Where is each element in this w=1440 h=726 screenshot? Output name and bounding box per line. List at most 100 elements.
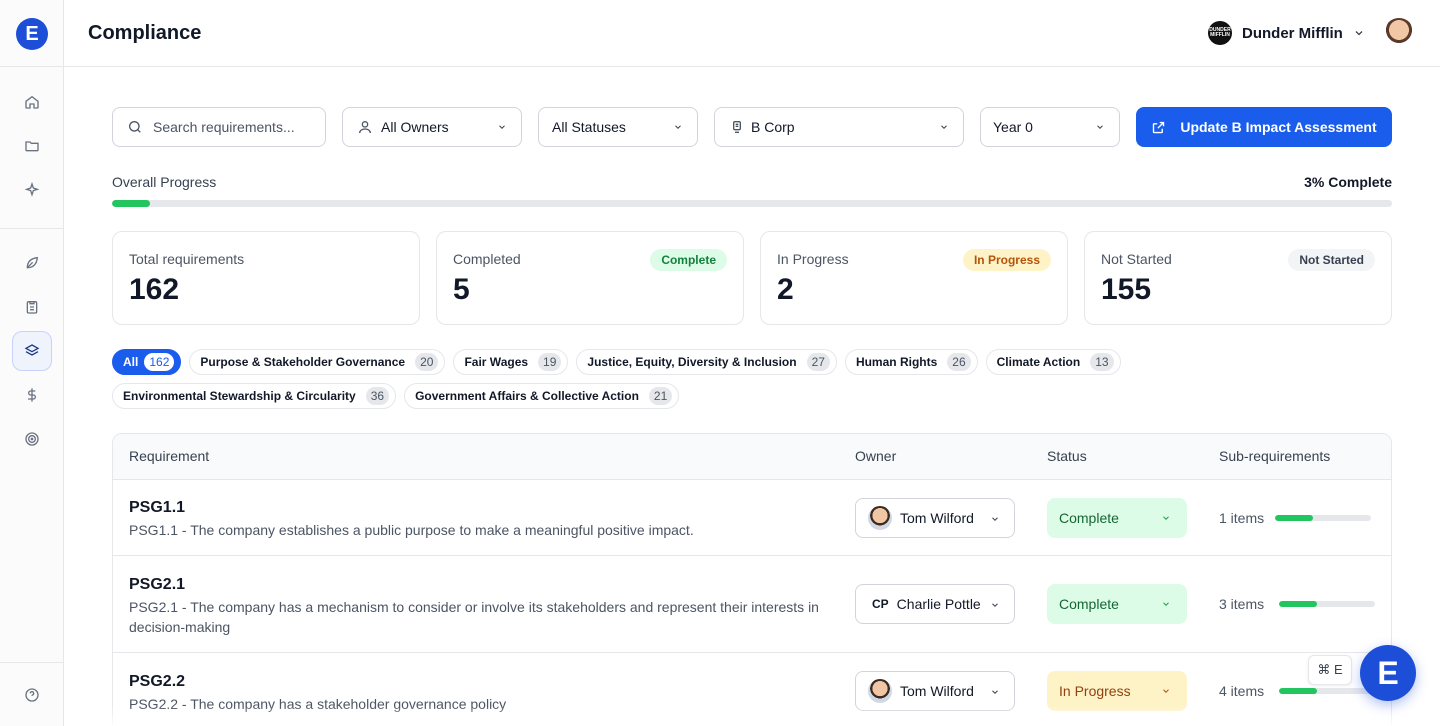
chevron-down-icon xyxy=(992,517,998,521)
owner-filter-value: All Owners xyxy=(381,119,449,135)
overall-progress-fill xyxy=(112,200,151,207)
column-header[interactable]: Requirement xyxy=(129,448,209,464)
chip-count: 27 xyxy=(806,353,830,371)
year-filter[interactable]: Year 0 xyxy=(980,107,1120,147)
category-chip-fair-wages[interactable]: Fair Wages 19 xyxy=(453,349,569,375)
status-select[interactable]: Complete xyxy=(1047,498,1187,538)
folder-icon xyxy=(25,141,39,152)
chip-label: Human Rights xyxy=(855,355,938,369)
keyboard-shortcut-hint[interactable]: ⌘ E xyxy=(1308,655,1352,685)
chip-label: Justice, Equity, Diversity & Inclusion xyxy=(587,355,797,369)
org-logo: DUNDER MIFFLIN xyxy=(1208,21,1232,45)
status-badge: Complete xyxy=(650,249,727,271)
chip-label: Climate Action xyxy=(996,355,1081,369)
status-badge: In Progress xyxy=(962,249,1051,271)
help-icon xyxy=(25,688,39,702)
stat-value: 2 xyxy=(777,273,794,306)
table-header: Requirement Owner Status Sub-requirement… xyxy=(113,434,1391,479)
chip-label: All xyxy=(123,355,139,369)
chevron-down-icon xyxy=(675,125,681,129)
owner-initials: CP xyxy=(872,597,889,611)
category-chip-environment[interactable]: Environmental Stewardship & Circularity 3… xyxy=(112,383,397,409)
sidebar-item-goals[interactable] xyxy=(12,419,52,459)
requirement-description: PSG2.1 - The company has a mechanism to … xyxy=(129,599,819,635)
update-assessment-button[interactable]: Update B Impact Assessment xyxy=(1136,107,1392,147)
layers-icon xyxy=(24,344,40,356)
sidebar-item-help[interactable] xyxy=(12,675,52,715)
sparkles-icon xyxy=(24,182,40,197)
category-chip-government[interactable]: Government Affairs & Collective Action 21 xyxy=(404,383,680,409)
external-link-icon xyxy=(1153,121,1165,133)
sub-requirements-progress xyxy=(1275,515,1371,521)
sidebar-divider xyxy=(0,228,64,229)
status-select[interactable]: In Progress xyxy=(1047,671,1187,711)
assistant-button[interactable]: E xyxy=(1360,645,1416,701)
chevron-down-icon xyxy=(1097,125,1103,129)
target-icon xyxy=(25,432,39,446)
sidebar: E xyxy=(0,0,64,726)
user-icon xyxy=(359,121,371,134)
sidebar-item-compliance[interactable] xyxy=(12,331,52,371)
overall-progress-bar xyxy=(112,200,1392,207)
requirement-description: PSG1.1 - The company establishes a publi… xyxy=(129,522,694,538)
table-row[interactable]: PSG2.1 PSG2.1 - The company has a mechan… xyxy=(113,555,1391,653)
status-filter[interactable]: All Statuses xyxy=(538,107,698,147)
status-value: Complete xyxy=(1059,510,1119,526)
chip-label: Purpose & Stakeholder Governance xyxy=(200,355,406,369)
owner-name: Tom Wilford xyxy=(900,510,974,526)
stat-value: 155 xyxy=(1101,273,1152,306)
category-chip-human-rights[interactable]: Human Rights 26 xyxy=(844,349,978,375)
sidebar-item-ai[interactable] xyxy=(12,170,52,210)
column-header[interactable]: Sub-requirements xyxy=(1219,448,1330,464)
column-header[interactable]: Owner xyxy=(855,448,896,464)
sidebar-item-sustainability[interactable] xyxy=(12,243,52,283)
owner-select[interactable]: CP Charlie Pottle xyxy=(855,584,1015,624)
category-filter-chips: All 162 Purpose & Stakeholder Governance 2… xyxy=(112,349,1172,409)
chip-count: 26 xyxy=(947,353,971,371)
chevron-down-icon xyxy=(499,125,505,129)
framework-filter[interactable]: B Corp xyxy=(714,107,964,147)
owner-select[interactable]: Tom Wilford xyxy=(855,498,1015,538)
requirement-id: PSG2.2 xyxy=(129,673,186,690)
category-chip-purpose[interactable]: Purpose & Stakeholder Governance 20 xyxy=(189,349,446,375)
stat-value: 5 xyxy=(453,273,470,306)
stat-card-not-started: Not Started 155 Not Started xyxy=(1084,231,1392,325)
status-badge: Not Started xyxy=(1288,249,1375,271)
avatar xyxy=(868,506,892,530)
search-placeholder: Search requirements... xyxy=(153,119,295,135)
chip-label: Fair Wages xyxy=(464,355,529,369)
app-logo[interactable]: E xyxy=(16,18,48,50)
chevron-down-icon xyxy=(992,690,998,694)
sidebar-item-home[interactable] xyxy=(12,82,52,122)
sub-requirements-count: 4 items xyxy=(1219,683,1265,699)
dollar-icon xyxy=(28,388,36,402)
search-input[interactable]: Search requirements... xyxy=(112,107,326,147)
org-name: Dunder Mifflin xyxy=(1242,24,1343,42)
user-avatar[interactable] xyxy=(1384,18,1414,48)
status-value: In Progress xyxy=(1059,683,1131,699)
category-chip-jedi[interactable]: Justice, Equity, Diversity & Inclusion 27 xyxy=(576,349,837,375)
home-icon xyxy=(25,95,39,109)
sidebar-item-tasks[interactable] xyxy=(12,287,52,327)
table-row[interactable]: PSG2.2 PSG2.2 - The company has a stakeh… xyxy=(113,652,1391,726)
requirements-table: Requirement Owner Status Sub-requirement… xyxy=(112,433,1392,726)
framework-filter-value: B Corp xyxy=(751,119,795,135)
owner-name: Tom Wilford xyxy=(900,683,974,699)
organization-switcher[interactable]: DUNDER MIFFLIN Dunder Mifflin xyxy=(1208,21,1365,45)
table-row[interactable]: PSG1.1 PSG1.1 - The company establishes … xyxy=(113,479,1391,556)
chevron-down-icon xyxy=(1163,602,1169,606)
chevron-down-icon xyxy=(1163,689,1169,693)
stat-card-in-progress: In Progress 2 In Progress xyxy=(760,231,1068,325)
chip-count: 13 xyxy=(1090,353,1114,371)
owner-filter[interactable]: All Owners xyxy=(342,107,522,147)
status-select[interactable]: Complete xyxy=(1047,584,1187,624)
sub-requirements-progress xyxy=(1279,601,1375,607)
owner-name: Charlie Pottle xyxy=(896,596,981,612)
sidebar-item-folder[interactable] xyxy=(12,126,52,166)
category-chip-climate[interactable]: Climate Action 13 xyxy=(985,349,1121,375)
owner-select[interactable]: Tom Wilford xyxy=(855,671,1015,711)
category-chip-all[interactable]: All 162 xyxy=(112,349,182,375)
sidebar-item-finance[interactable] xyxy=(12,375,52,415)
column-header[interactable]: Status xyxy=(1047,448,1087,464)
stat-label: In Progress xyxy=(777,251,849,267)
